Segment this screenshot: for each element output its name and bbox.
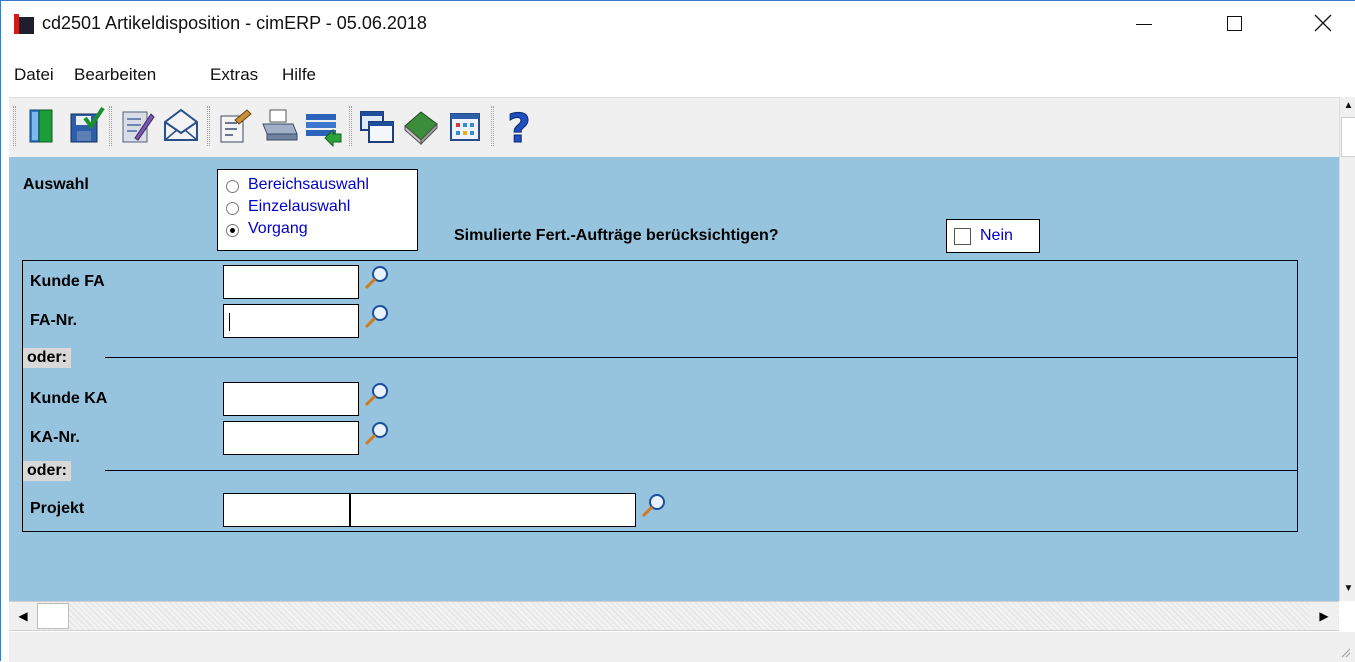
radio-checked-icon (226, 224, 239, 237)
simulated-orders-label: Simulierte Fert.-Aufträge berücksichtige… (454, 227, 779, 244)
divider (105, 357, 1297, 358)
scroll-left-arrow-icon[interactable]: ◀ (9, 602, 37, 630)
kunde-ka-search[interactable] (363, 381, 391, 409)
scroll-up-arrow-icon[interactable]: ▲ (1340, 97, 1355, 114)
magnifier-icon (364, 266, 388, 290)
vertical-scroll-thumb[interactable] (1341, 117, 1355, 157)
toolbar-separator (491, 106, 494, 146)
radio-circle-icon (226, 202, 239, 215)
close-icon (1314, 14, 1332, 32)
resize-grip-icon[interactable] (1339, 646, 1351, 658)
horizontal-scrollbar[interactable]: ◀ ▶ (9, 601, 1339, 631)
simulated-orders-checkbox[interactable]: Nein (946, 219, 1040, 253)
menu-bearbeiten[interactable]: Bearbeiten (74, 65, 156, 85)
title-bar: cd2501 Artikeldisposition - cimERP - 05.… (1, 1, 1355, 45)
application-window: cd2501 Artikeldisposition - cimERP - 05.… (0, 0, 1355, 662)
horizontal-scroll-thumb[interactable] (37, 603, 69, 629)
magnifier-icon (364, 305, 388, 329)
window-title: cd2501 Artikeldisposition - cimERP - 05.… (42, 13, 427, 33)
exit-button[interactable] (21, 104, 61, 148)
fa-nr-label: FA-Nr. (30, 312, 78, 329)
mail-icon (164, 108, 198, 141)
ka-nr-label: KA-Nr. (30, 429, 80, 446)
close-button[interactable] (1293, 1, 1353, 45)
minimize-icon (1136, 23, 1152, 25)
vertical-scrollbar[interactable]: ▲ ▼ (1339, 97, 1355, 601)
minimize-button[interactable] (1114, 1, 1174, 45)
windows-button[interactable] (357, 104, 397, 148)
oder-label: oder: (23, 461, 71, 481)
ka-nr-input[interactable] (223, 421, 359, 455)
divider (105, 470, 1297, 471)
book-icon (404, 111, 438, 146)
windows-icon (360, 111, 394, 143)
print-icon (262, 109, 298, 141)
projekt-number-input[interactable] (223, 493, 350, 527)
book-button[interactable] (401, 104, 441, 148)
checkbox-icon (954, 228, 971, 245)
menu-extras[interactable]: Extras (210, 65, 258, 85)
magnifier-icon (364, 422, 388, 446)
calendar-icon (450, 113, 480, 141)
radio-label: Vorgang (248, 220, 308, 237)
selection-radio-group: Bereichsauswahl Einzelauswahl Vorgang (217, 169, 418, 251)
fa-nr-input[interactable] (223, 304, 359, 338)
checkbox-label: Nein (980, 227, 1013, 244)
calendar-button[interactable] (445, 104, 485, 148)
magnifier-icon (641, 494, 665, 518)
fa-nr-search[interactable] (363, 303, 391, 331)
print-button[interactable] (259, 104, 299, 148)
radio-label: Einzelauswahl (248, 198, 351, 215)
properties-button[interactable] (215, 104, 255, 148)
projekt-name-input[interactable] (350, 493, 636, 527)
menu-hilfe[interactable]: Hilfe (282, 65, 316, 85)
toolbar-separator (349, 106, 352, 146)
save-check-icon (70, 106, 105, 143)
auswahl-label: Auswahl (23, 176, 89, 193)
kunde-fa-label: Kunde FA (30, 273, 105, 290)
mail-button[interactable] (161, 104, 201, 148)
menu-datei[interactable]: Datei (14, 65, 54, 85)
magnifier-icon (364, 383, 388, 407)
edit-checklist-icon (122, 111, 155, 143)
maximize-button[interactable] (1204, 1, 1264, 45)
svg-text:?: ? (507, 106, 530, 148)
export-button[interactable] (303, 104, 343, 148)
kunde-ka-input[interactable] (223, 382, 359, 416)
oder-label: oder: (23, 348, 71, 368)
vorgang-group: Kunde FA FA-Nr. oder: Kunde KA KA-Nr. od… (22, 260, 1298, 532)
kunde-ka-label: Kunde KA (30, 390, 108, 407)
exit-door-icon (29, 109, 53, 143)
help-button[interactable]: ? (499, 104, 539, 153)
kunde-fa-input[interactable] (223, 265, 359, 299)
help-icon: ? (507, 106, 531, 153)
maximize-icon (1226, 15, 1242, 31)
radio-circle-icon (226, 180, 239, 193)
save-button[interactable] (65, 104, 105, 148)
ka-nr-search[interactable] (363, 420, 391, 448)
scroll-down-arrow-icon[interactable]: ▼ (1340, 580, 1355, 597)
toolbar-separator (109, 106, 112, 146)
status-bar (9, 632, 1355, 662)
projekt-label: Projekt (30, 500, 85, 517)
export-list-icon (306, 114, 342, 148)
projekt-search[interactable] (640, 492, 668, 520)
toolbar-separator (207, 106, 210, 146)
kunde-fa-search[interactable] (363, 264, 391, 292)
form-area: Auswahl Bereichsauswahl Einzelauswahl Vo… (9, 157, 1339, 601)
toolbar: ? (9, 97, 1339, 157)
radio-label: Bereichsauswahl (248, 176, 369, 193)
app-logo-icon (14, 14, 34, 34)
toolbar-separator (13, 106, 16, 146)
edit-button[interactable] (117, 104, 157, 148)
scroll-right-arrow-icon[interactable]: ▶ (1310, 602, 1338, 630)
properties-icon (220, 109, 252, 143)
